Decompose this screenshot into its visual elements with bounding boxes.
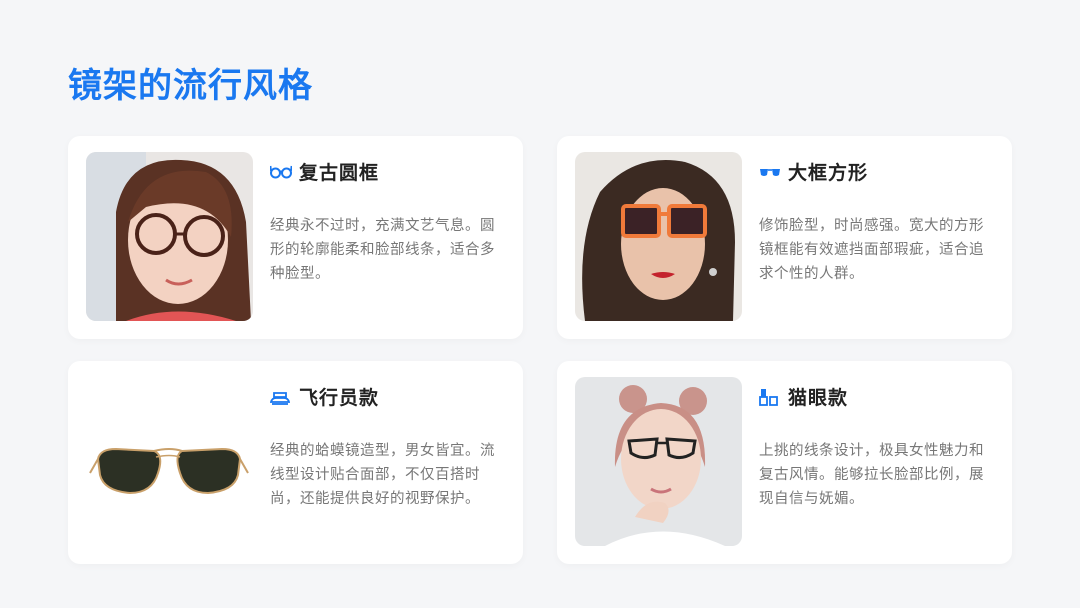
style-card-large-square: 大框方形 修饰脸型，时尚感强。宽大的方形镜框能有效遮挡面部瑕疵，适合追求个性的人… (557, 136, 1012, 339)
large-square-photo (575, 152, 742, 321)
aviator-photo (86, 377, 253, 546)
card-title: 飞行员款 (299, 387, 380, 409)
style-card-cat-eye: 猫眼款 上挑的线条设计，极具女性魅力和复古风情。能够拉长脸部比例，展现自信与妩媚… (557, 361, 1012, 564)
card-title: 复古圆框 (299, 162, 380, 184)
square-glasses-icon (759, 162, 781, 182)
card-description: 经典永不过时，充满文艺气息。圆形的轮廓能柔和脸部线条，适合多种脸型。 (270, 218, 495, 282)
lipstick-icon (759, 387, 781, 407)
aviator-icon (270, 387, 292, 407)
card-title: 猫眼款 (788, 387, 849, 409)
page-title: 镜架的流行风格 (68, 66, 313, 106)
retro-round-photo (86, 152, 253, 321)
card-title: 大框方形 (788, 162, 869, 184)
card-description: 经典的蛤蟆镜造型，男女皆宜。流线型设计贴合面部，不仅百搭时尚，还能提供良好的视野… (270, 443, 495, 507)
cat-eye-photo (575, 377, 742, 546)
card-description: 上挑的线条设计，极具女性魅力和复古风情。能够拉长脸部比例，展现自信与妩媚。 (759, 443, 984, 507)
style-card-aviator: 飞行员款 经典的蛤蟆镜造型，男女皆宜。流线型设计贴合面部，不仅百搭时尚，还能提供… (68, 361, 523, 564)
round-glasses-icon (270, 162, 292, 182)
card-description: 修饰脸型，时尚感强。宽大的方形镜框能有效遮挡面部瑕疵，适合追求个性的人群。 (759, 218, 984, 282)
style-card-retro-round: 复古圆框 经典永不过时，充满文艺气息。圆形的轮廓能柔和脸部线条，适合多种脸型。 (68, 136, 523, 339)
